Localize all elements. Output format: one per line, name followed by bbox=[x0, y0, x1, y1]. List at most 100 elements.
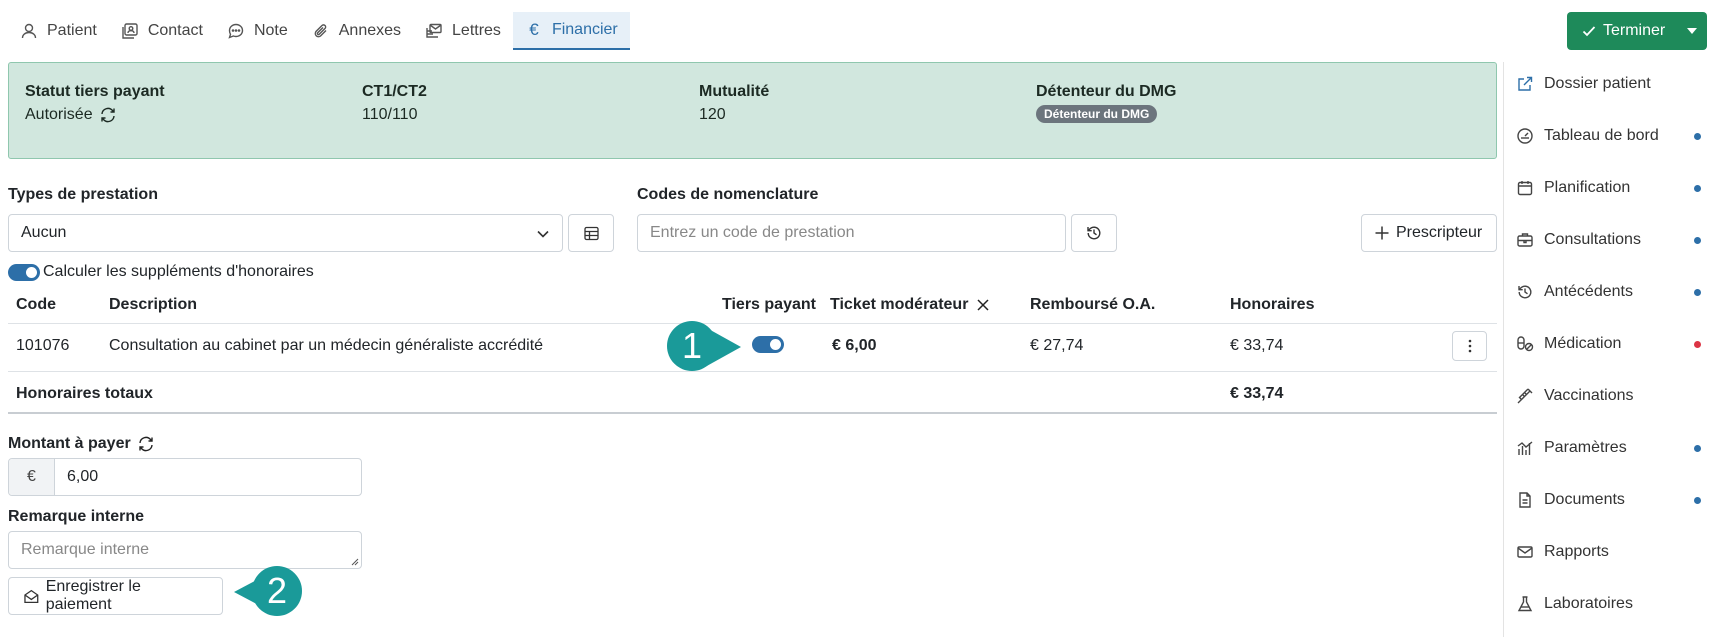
caret-down-icon bbox=[1687, 28, 1697, 34]
code-prestation-placeholder: Entrez un code de prestation bbox=[650, 224, 855, 241]
sidebar-item-label: Médication bbox=[1544, 335, 1622, 352]
tab-label: Contact bbox=[147, 21, 203, 39]
sidebar-item-label: Dossier patient bbox=[1544, 75, 1651, 92]
history-button[interactable] bbox=[1071, 214, 1117, 252]
dmg-badge: Détenteur du DMG bbox=[1036, 105, 1158, 123]
resize-handle-icon[interactable] bbox=[349, 556, 359, 566]
notification-dot bbox=[1694, 445, 1701, 452]
history-icon bbox=[1087, 226, 1101, 240]
sidebar-item-label: Laboratoires bbox=[1544, 595, 1633, 612]
chart-icon bbox=[1517, 441, 1533, 455]
sidebar-item-tableau-de-bord[interactable]: Tableau de bord bbox=[1516, 124, 1701, 148]
notification-dot bbox=[1694, 497, 1701, 504]
chat-bubble-icon bbox=[228, 23, 244, 39]
remarque-placeholder: Remarque interne bbox=[21, 541, 150, 558]
notification-dot bbox=[1694, 133, 1701, 140]
refresh-icon[interactable] bbox=[99, 106, 117, 124]
prescripteur-label: Prescripteur bbox=[1396, 224, 1483, 241]
types-prestation-select[interactable]: Aucun bbox=[8, 214, 563, 252]
sidebar-item-dossier-patient[interactable]: Dossier patient bbox=[1516, 72, 1701, 96]
code-prestation-input[interactable]: Entrez un code de prestation bbox=[637, 214, 1066, 252]
tab-contact[interactable]: Contact bbox=[109, 12, 215, 50]
sidebar-item-label: Vaccinations bbox=[1544, 387, 1634, 404]
col-header-ticket: Ticket modérateur bbox=[830, 296, 990, 314]
sidebar-item-parametres[interactable]: Paramètres bbox=[1516, 436, 1701, 460]
col-header-honoraires: Honoraires bbox=[1230, 296, 1315, 313]
close-icon[interactable] bbox=[976, 298, 990, 312]
table-row-divider bbox=[8, 371, 1497, 372]
mutualite-column: Mutualité 120 bbox=[699, 83, 769, 124]
tiers-payant-toggle[interactable] bbox=[752, 336, 784, 353]
sidebar-item-laboratoires[interactable]: Laboratoires bbox=[1516, 592, 1701, 616]
tab-financier[interactable]: € Financier bbox=[512, 12, 630, 50]
refresh-icon[interactable] bbox=[137, 435, 155, 453]
pills-icon bbox=[1517, 336, 1534, 352]
more-vertical-icon bbox=[1468, 339, 1471, 353]
syringe-icon bbox=[1517, 388, 1533, 404]
tab-label: Annexes bbox=[338, 21, 402, 39]
supplements-row: Calculer les suppléments d'honoraires bbox=[8, 263, 314, 281]
sidebar-item-vaccinations[interactable]: Vaccinations bbox=[1516, 384, 1701, 408]
montant-label: Montant à payer bbox=[8, 435, 131, 452]
statut-value: Autorisée bbox=[25, 106, 93, 123]
montant-input[interactable]: 6,00 bbox=[55, 459, 361, 495]
col-header-tiers-payant: Tiers payant bbox=[722, 296, 816, 313]
sidebar-item-documents[interactable]: Documents bbox=[1516, 488, 1701, 512]
types-prestation-value: Aucun bbox=[21, 224, 67, 241]
add-prescripteur-button[interactable]: Prescripteur bbox=[1361, 214, 1497, 252]
row-ticket: € 6,00 bbox=[832, 337, 877, 354]
tab-bar: Patient Contact Note Annexes Lettres € F… bbox=[8, 12, 630, 50]
tab-note[interactable]: Note bbox=[215, 12, 300, 50]
mutualite-value: 120 bbox=[699, 106, 726, 123]
sidebar-item-rapports[interactable]: Rapports bbox=[1516, 540, 1701, 564]
history-icon bbox=[1518, 285, 1532, 299]
mutualite-label: Mutualité bbox=[699, 83, 770, 100]
flask-icon bbox=[1517, 596, 1533, 612]
dmg-label: Détenteur du DMG bbox=[1036, 83, 1177, 100]
types-prestation-label: Types de prestation bbox=[8, 186, 158, 203]
save-payment-button[interactable]: Enregistrer le paiement bbox=[8, 577, 223, 615]
currency-addon: € bbox=[9, 459, 55, 495]
callout-2: 2 bbox=[252, 566, 302, 616]
tab-lettres[interactable]: Lettres bbox=[413, 12, 513, 50]
calendar-icon bbox=[1517, 181, 1533, 196]
contact-card-icon bbox=[122, 22, 138, 39]
statut-column: Statut tiers payant Autorisée bbox=[25, 83, 165, 124]
ct-value: 110/110 bbox=[362, 106, 418, 123]
col-header-code: Code bbox=[16, 296, 56, 313]
tab-label: Financier bbox=[551, 21, 618, 38]
sidebar-item-planification[interactable]: Planification bbox=[1516, 176, 1701, 200]
terminer-button[interactable]: Terminer bbox=[1567, 12, 1707, 50]
total-value: € 33,74 bbox=[1230, 385, 1284, 402]
notification-dot bbox=[1694, 237, 1701, 244]
tab-label: Lettres bbox=[452, 21, 501, 39]
paperclip-icon bbox=[314, 23, 327, 37]
terminer-dropdown-toggle[interactable] bbox=[1677, 28, 1707, 34]
supplements-label: Calculer les suppléments d'honoraires bbox=[43, 263, 314, 280]
table-view-button[interactable] bbox=[568, 214, 614, 252]
sidebar-item-medication[interactable]: Médication bbox=[1516, 332, 1701, 356]
row-description: Consultation au cabinet par un médecin g… bbox=[109, 337, 544, 354]
document-icon bbox=[1519, 492, 1531, 508]
tab-annexes[interactable]: Annexes bbox=[300, 12, 413, 50]
callout-1: 1 bbox=[667, 321, 717, 371]
sidebar-item-label: Antécédents bbox=[1544, 283, 1633, 300]
row-actions-button[interactable] bbox=[1452, 331, 1487, 361]
col-header-rembourse: Remboursé O.A. bbox=[1030, 296, 1156, 313]
remarque-textarea[interactable]: Remarque interne bbox=[8, 531, 362, 569]
sidebar-item-label: Paramètres bbox=[1544, 439, 1627, 456]
ct-column: CT1/CT2 110/110 bbox=[362, 83, 427, 124]
table-footer-divider bbox=[8, 412, 1497, 414]
sidebar-item-label: Planification bbox=[1544, 179, 1631, 196]
dmg-column: Détenteur du DMG Détenteur du DMG bbox=[1036, 83, 1176, 123]
supplements-toggle[interactable] bbox=[8, 263, 40, 281]
briefcase-icon bbox=[1517, 233, 1533, 247]
tab-patient[interactable]: Patient bbox=[8, 12, 109, 50]
sidebar-item-antecedents[interactable]: Antécédents bbox=[1516, 280, 1701, 304]
notification-dot bbox=[1694, 185, 1701, 192]
sidebar-item-consultations[interactable]: Consultations bbox=[1516, 228, 1701, 252]
row-code: 101076 bbox=[16, 337, 70, 354]
notification-dot bbox=[1694, 341, 1701, 348]
remarque-label: Remarque interne bbox=[8, 508, 145, 525]
external-link-icon bbox=[1518, 76, 1533, 91]
